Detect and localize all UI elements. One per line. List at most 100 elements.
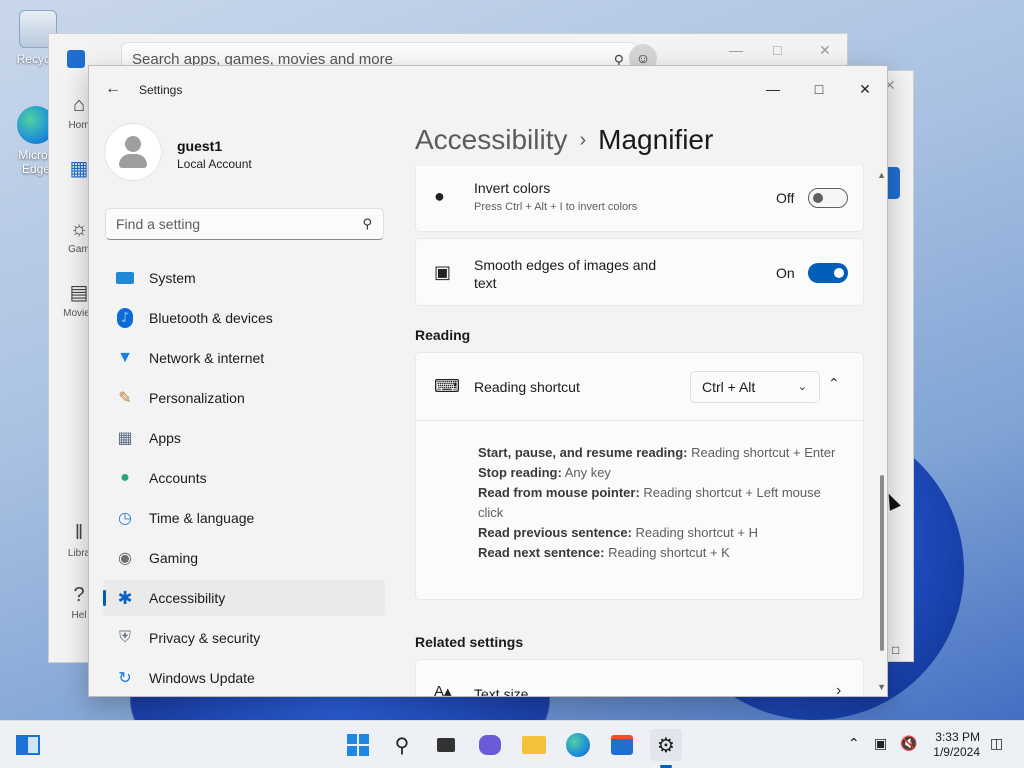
invert-colors-title: Invert colors: [474, 180, 551, 196]
shortcut-item: Start, pause, and resume reading: Readin…: [478, 443, 838, 463]
nav-item-bluetooth[interactable]: ᛢ Bluetooth & devices: [103, 300, 385, 336]
nav-item-label: Accessibility: [149, 590, 226, 606]
find-setting-input[interactable]: Find a setting ⚲: [105, 208, 384, 240]
accessibility-icon: ✱: [117, 587, 133, 608]
shortcut-label: Read previous sentence:: [478, 525, 632, 540]
bluetooth-icon: ᛢ: [115, 308, 135, 328]
network-icon[interactable]: ▣: [874, 735, 887, 752]
image-icon: ▣: [434, 262, 452, 282]
keyboard-icon: ⌨: [434, 376, 460, 396]
breadcrumb: Accessibility › Magnifier: [415, 124, 713, 156]
find-setting-placeholder: Find a setting: [116, 216, 201, 232]
breadcrumb-parent[interactable]: Accessibility: [415, 124, 567, 155]
chevron-right-icon: ›: [579, 129, 587, 151]
nav-item-label: Privacy & security: [149, 630, 261, 646]
close-icon[interactable]: ✕: [819, 42, 831, 59]
text-size-card[interactable]: A▴ Text size ›: [415, 659, 864, 697]
store-nav-label: Gam: [68, 244, 90, 255]
nav-item-label: Network & internet: [149, 350, 265, 366]
divider: [416, 420, 863, 421]
maximize-button[interactable]: □: [796, 74, 842, 104]
chevron-up-icon[interactable]: ⌃: [828, 375, 840, 392]
shortcut-label: Start, pause, and resume reading:: [478, 445, 688, 460]
reading-shortcut-dropdown[interactable]: Ctrl + Alt ⌄: [690, 371, 820, 403]
notification-icon[interactable]: ◫: [990, 735, 1003, 752]
brush-icon: ✎: [118, 390, 132, 407]
settings-gear-icon[interactable]: ⚙: [650, 729, 682, 761]
nav-item-windows-update[interactable]: ↻ Windows Update: [103, 660, 385, 696]
apps-icon: ▦: [117, 430, 133, 447]
nav-item-time-language[interactable]: ◷ Time & language: [103, 500, 385, 536]
globe-clock-icon: ◷: [118, 510, 132, 527]
settings-window: ← Settings — □ ✕ guest1 Local Account Fi…: [88, 65, 888, 697]
nav-item-label: Time & language: [149, 510, 255, 526]
nav-item-label: Windows Update: [149, 670, 255, 686]
smooth-edges-toggle[interactable]: [808, 263, 848, 283]
monitor-icon: [115, 268, 135, 288]
scrollbar-thumb[interactable]: [880, 475, 884, 651]
shortcut-item: Read from mouse pointer: Reading shortcu…: [478, 483, 838, 523]
palette-icon: ●: [434, 186, 445, 206]
widgets-icon[interactable]: [12, 729, 44, 761]
nav-item-network[interactable]: ▼ Network & internet: [103, 340, 385, 376]
nav-item-privacy[interactable]: ⛨ Privacy & security: [103, 620, 385, 656]
scroll-up-icon[interactable]: ▲: [877, 170, 886, 180]
nav-item-system[interactable]: System: [103, 260, 385, 296]
scroll-down-icon[interactable]: ▼: [877, 682, 886, 692]
store-nav-label: Hom: [68, 120, 90, 131]
shortcut-value: Reading shortcut + K: [608, 545, 730, 560]
edge-icon[interactable]: [562, 729, 594, 761]
reading-shortcut-card: ⌨ Reading shortcut Ctrl + Alt ⌄ ⌃ Start,…: [415, 352, 864, 600]
nav-item-label: Accounts: [149, 470, 207, 486]
account-type: Local Account: [177, 157, 252, 171]
user-name: guest1: [177, 138, 223, 154]
avatar: [105, 124, 161, 180]
shortcut-item: Read previous sentence: Reading shortcut…: [478, 523, 838, 543]
reading-shortcut-value: Ctrl + Alt: [702, 379, 756, 395]
invert-colors-toggle[interactable]: [808, 188, 848, 208]
user-profile[interactable]: guest1 Local Account: [105, 124, 252, 180]
scrollbar[interactable]: ▲ ▼: [875, 170, 887, 696]
start-icon[interactable]: [342, 729, 374, 761]
nav-item-apps[interactable]: ▦ Apps: [103, 420, 385, 456]
nav-item-label: Apps: [149, 430, 181, 446]
shortcut-label: Stop reading:: [478, 465, 562, 480]
nav-item-gaming[interactable]: ◉ Gaming: [103, 540, 385, 576]
wifi-icon: ▼: [117, 349, 133, 366]
nav-item-label: Bluetooth & devices: [149, 310, 273, 326]
close-button[interactable]: ✕: [842, 74, 887, 104]
nav-item-accounts[interactable]: ● Accounts: [103, 460, 385, 496]
shield-icon: ⛨: [118, 629, 131, 646]
shortcut-list: Start, pause, and resume reading: Readin…: [478, 443, 838, 563]
clock-date: 1/9/2024: [933, 745, 980, 759]
smooth-edges-state: On: [776, 265, 795, 281]
nav-item-accessibility[interactable]: ✱ Accessibility: [103, 580, 385, 616]
chevron-right-icon: ›: [836, 682, 842, 697]
search-icon[interactable]: ⚲: [386, 729, 418, 761]
store-icon[interactable]: [606, 729, 638, 761]
minimize-icon[interactable]: —: [729, 42, 743, 58]
shortcut-item: Stop reading: Any key: [478, 463, 838, 483]
shortcut-label: Read next sentence:: [478, 545, 605, 560]
chevron-down-icon: ⌄: [797, 381, 807, 393]
smooth-edges-card: ▣ Smooth edges of images and text On: [415, 238, 864, 306]
back-arrow-icon[interactable]: ←: [105, 80, 121, 98]
nav-item-label: Personalization: [149, 390, 245, 406]
nav-item-personalization[interactable]: ✎ Personalization: [103, 380, 385, 416]
chat-icon[interactable]: [474, 729, 506, 761]
nav-item-label: System: [149, 270, 196, 286]
nav-item-label: Gaming: [149, 550, 199, 566]
reading-section-heading: Reading: [415, 327, 471, 343]
minimize-button[interactable]: —: [750, 74, 796, 104]
page-title: Magnifier: [598, 124, 714, 155]
task-view-icon[interactable]: [430, 729, 462, 761]
file-explorer-icon[interactable]: [518, 729, 550, 761]
invert-colors-state: Off: [776, 190, 795, 206]
volume-muted-icon[interactable]: 🔇: [900, 735, 917, 752]
shortcut-label: Read from mouse pointer:: [478, 485, 640, 500]
window-icon: □: [892, 643, 900, 657]
tray-chevron-up-icon[interactable]: ⌃: [848, 735, 860, 752]
shortcut-value: Reading shortcut + Enter: [691, 445, 836, 460]
maximize-icon[interactable]: □: [773, 42, 781, 58]
clock[interactable]: 3:33 PM 1/9/2024: [933, 730, 980, 760]
